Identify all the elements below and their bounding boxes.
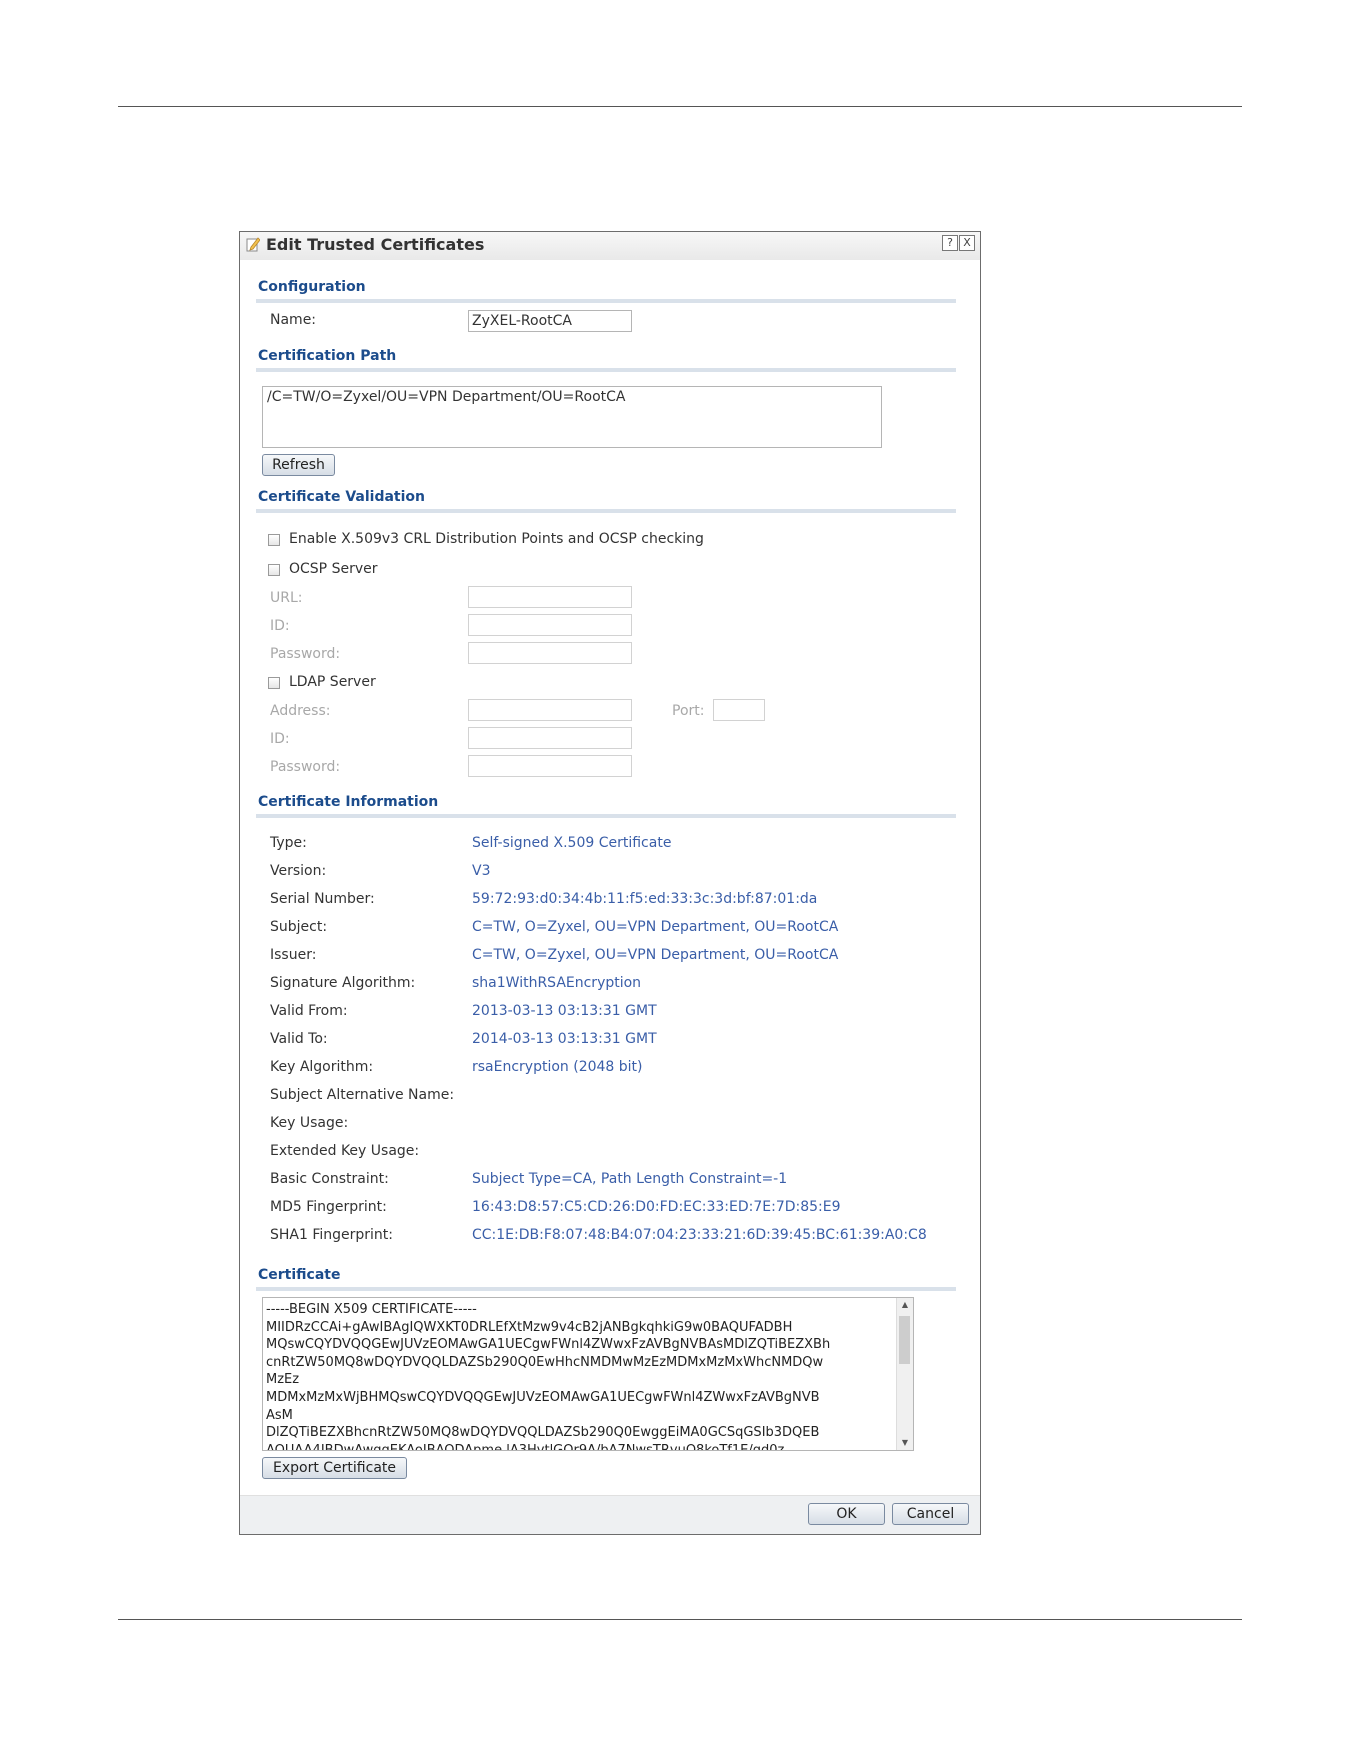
edit-icon (246, 237, 260, 252)
export-certificate-button[interactable]: Export Certificate (262, 1457, 407, 1479)
scroll-down-icon[interactable]: ▼ (897, 1436, 913, 1450)
info-label-subject-alternative-name: Subject Alternative Name: (270, 1087, 455, 1103)
info-value-basic-constraint: Subject Type=CA, Path Length Constraint=… (472, 1171, 788, 1187)
info-label-type: Type: (270, 835, 307, 851)
info-value-type: Self-signed X.509 Certificate (472, 835, 672, 851)
section-divider (256, 368, 956, 372)
help-icon[interactable]: ? (942, 235, 958, 251)
ldap-address-input[interactable] (468, 699, 632, 721)
certificate-scrollbar[interactable]: ▲ ▼ (896, 1298, 913, 1450)
ok-button[interactable]: OK (808, 1503, 885, 1525)
section-title-certification-path: Certification Path (258, 348, 397, 364)
ocsp-id-label: ID: (270, 618, 290, 634)
info-value-subject: C=TW, O=Zyxel, OU=VPN Department, OU=Roo… (472, 919, 839, 935)
page-footer-rule (118, 1619, 1242, 1620)
enable-crl-ocsp-checkbox[interactable] (268, 534, 280, 546)
info-value-signature-algorithm: sha1WithRSAEncryption (472, 975, 642, 991)
info-label-md5-fingerprint: MD5 Fingerprint: (270, 1199, 387, 1215)
name-label: Name: (270, 312, 317, 328)
info-label-version: Version: (270, 863, 327, 879)
ldap-port-label: Port: (672, 703, 705, 719)
ldap-id-label: ID: (270, 731, 290, 747)
dialog-titlebar: Edit Trusted Certificates ? X (240, 232, 980, 260)
info-value-key-algorithm: rsaEncryption (2048 bit) (472, 1059, 643, 1075)
ldap-server-label: LDAP Server (289, 674, 376, 690)
refresh-button[interactable]: Refresh (262, 454, 335, 476)
ldap-port-input[interactable] (713, 699, 765, 721)
info-label-extended-key-usage: Extended Key Usage: (270, 1143, 420, 1159)
section-title-certificate: Certificate (258, 1267, 341, 1283)
section-divider (256, 814, 956, 818)
enable-crl-ocsp-label: Enable X.509v3 CRL Distribution Points a… (289, 531, 704, 547)
info-label-subject: Subject: (270, 919, 328, 935)
ocsp-password-input[interactable] (468, 642, 632, 664)
ldap-password-input[interactable] (468, 755, 632, 777)
info-value-issuer: C=TW, O=Zyxel, OU=VPN Department, OU=Roo… (472, 947, 839, 963)
info-label-sha1-fingerprint: SHA1 Fingerprint: (270, 1227, 394, 1243)
info-label-valid-to: Valid To: (270, 1031, 328, 1047)
section-title-configuration: Configuration (258, 279, 366, 295)
section-divider (256, 299, 956, 303)
info-label-key-usage: Key Usage: (270, 1115, 349, 1131)
info-value-version: V3 (472, 863, 491, 879)
ocsp-server-checkbox[interactable] (268, 564, 280, 576)
cancel-button[interactable]: Cancel (892, 1503, 969, 1525)
ocsp-url-input[interactable] (468, 586, 632, 608)
info-label-basic-constraint: Basic Constraint: (270, 1171, 389, 1187)
info-label-issuer: Issuer: (270, 947, 317, 963)
certificate-text: -----BEGIN X509 CERTIFICATE----- MIIDRzC… (266, 1302, 831, 1451)
certification-path-textarea[interactable]: /C=TW/O=Zyxel/OU=VPN Department/OU=RootC… (262, 386, 882, 448)
info-value-valid-to: 2014-03-13 03:13:31 GMT (472, 1031, 657, 1047)
ocsp-id-input[interactable] (468, 614, 632, 636)
info-label-valid-from: Valid From: (270, 1003, 348, 1019)
certificate-textarea[interactable]: -----BEGIN X509 CERTIFICATE----- MIIDRzC… (262, 1297, 914, 1451)
dialog-title: Edit Trusted Certificates (266, 235, 485, 254)
section-divider (256, 1287, 956, 1291)
ldap-address-label: Address: (270, 703, 331, 719)
ldap-password-label: Password: (270, 759, 341, 775)
section-divider (256, 509, 956, 513)
scroll-up-icon[interactable]: ▲ (897, 1298, 913, 1312)
edit-trusted-certificates-dialog: Edit Trusted Certificates ? X Configurat… (239, 231, 981, 1535)
page-header-rule (118, 106, 1242, 107)
name-input[interactable] (468, 310, 632, 332)
info-label-serial-number: Serial Number: (270, 891, 375, 907)
info-label-key-algorithm: Key Algorithm: (270, 1059, 374, 1075)
info-value-valid-from: 2013-03-13 03:13:31 GMT (472, 1003, 657, 1019)
section-title-certificate-validation: Certificate Validation (258, 489, 426, 505)
ldap-server-checkbox[interactable] (268, 677, 280, 689)
info-value-md5-fingerprint: 16:43:D8:57:C5:CD:26:D0:FD:EC:33:ED:7E:7… (472, 1199, 841, 1215)
dialog-footer: OK Cancel (240, 1495, 980, 1534)
ocsp-server-label: OCSP Server (289, 561, 378, 577)
info-value-serial-number: 59:72:93:d0:34:4b:11:f5:ed:33:3c:3d:bf:8… (472, 891, 818, 907)
ocsp-password-label: Password: (270, 646, 341, 662)
section-title-certificate-information: Certificate Information (258, 794, 439, 810)
info-value-sha1-fingerprint: CC:1E:DB:F8:07:48:B4:07:04:23:33:21:6D:3… (472, 1227, 927, 1243)
ocsp-url-label: URL: (270, 590, 303, 606)
close-icon[interactable]: X (959, 235, 975, 251)
ldap-id-input[interactable] (468, 727, 632, 749)
scrollbar-thumb[interactable] (899, 1316, 910, 1364)
info-label-signature-algorithm: Signature Algorithm: (270, 975, 416, 991)
